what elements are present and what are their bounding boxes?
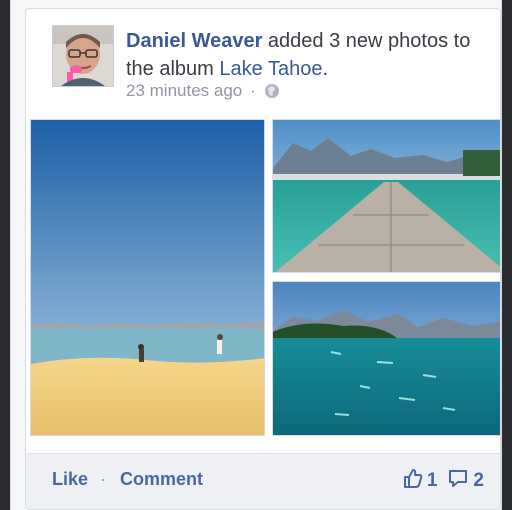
story-actions-bar: Like · Comment 1 2 xyxy=(26,453,500,509)
beach-photo[interactable] xyxy=(30,119,265,436)
like-count-value: 1 xyxy=(426,470,438,491)
story-header: Daniel Weaver added 3 new photos to the … xyxy=(26,9,500,119)
engagement-counts: 1 2 xyxy=(401,467,484,495)
profile-avatar[interactable] xyxy=(52,25,114,87)
comment-button[interactable]: Comment xyxy=(120,469,203,490)
comment-bubble-icon xyxy=(447,467,469,495)
story-metadata: 23 minutes ago · xyxy=(126,81,280,101)
album-link-suffix: . xyxy=(322,58,329,80)
like-count[interactable]: 1 xyxy=(401,467,438,495)
like-button[interactable]: Like xyxy=(52,469,88,490)
news-feed-background: Daniel Weaver added 3 new photos to the … xyxy=(10,0,502,510)
actor-name-link[interactable]: Daniel Weaver xyxy=(126,30,262,52)
action-separator: · xyxy=(100,469,106,489)
album-link[interactable]: Lake Tahoe xyxy=(219,58,322,80)
thumbs-up-icon xyxy=(401,467,423,495)
timestamp[interactable]: 23 minutes ago xyxy=(126,81,242,101)
pier-photo[interactable] xyxy=(272,119,500,273)
globe-icon xyxy=(264,83,280,99)
lake-photo[interactable] xyxy=(272,281,500,436)
comment-count-value: 2 xyxy=(473,470,484,491)
story-headline: Daniel Weaver added 3 new photos to the … xyxy=(126,27,486,83)
metadata-separator: · xyxy=(250,81,256,100)
feed-story-card: Daniel Weaver added 3 new photos to the … xyxy=(25,8,501,510)
comment-count[interactable]: 2 xyxy=(447,467,484,495)
